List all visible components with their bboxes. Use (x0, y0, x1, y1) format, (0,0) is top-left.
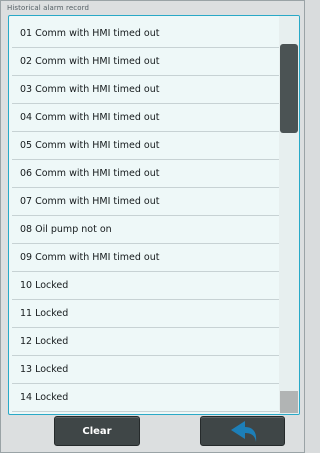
scrollbar-thumb[interactable] (280, 44, 298, 133)
alarm-list-rows: 01 Comm with HMI timed out 02 Comm with H… (12, 20, 280, 412)
alarm-row[interactable]: 03 Comm with HMI timed out (12, 76, 280, 104)
alarm-row[interactable]: 07 Comm with HMI timed out (12, 188, 280, 216)
scrollbar-end-block (280, 391, 298, 413)
clear-button[interactable]: Clear (54, 416, 140, 446)
alarm-row[interactable]: 11 Locked (12, 300, 280, 328)
alarm-row[interactable]: 12 Locked (12, 328, 280, 356)
scrollbar-track[interactable] (279, 16, 299, 414)
alarm-row[interactable]: 06 Comm with HMI timed out (12, 160, 280, 188)
back-button[interactable] (200, 416, 285, 446)
alarm-row[interactable]: 05 Comm with HMI timed out (12, 132, 280, 160)
panel-title: Historical alarm record (7, 4, 89, 12)
alarm-row[interactable]: 01 Comm with HMI timed out (12, 20, 280, 48)
alarm-list[interactable]: 01 Comm with HMI timed out 02 Comm with H… (8, 15, 300, 415)
alarm-row[interactable]: 14 Locked (12, 384, 280, 412)
alarm-row[interactable]: 04 Comm with HMI timed out (12, 104, 280, 132)
alarm-row[interactable]: 13 Locked (12, 356, 280, 384)
alarm-row[interactable]: 08 Oil pump not on (12, 216, 280, 244)
alarm-row[interactable]: 10 Locked (12, 272, 280, 300)
alarm-row[interactable]: 02 Comm with HMI timed out (12, 48, 280, 76)
alarm-row[interactable]: 09 Comm with HMI timed out (12, 244, 280, 272)
alarm-record-panel: Historical alarm record 01 Comm with HMI… (0, 0, 305, 453)
back-arrow-icon (230, 421, 256, 442)
